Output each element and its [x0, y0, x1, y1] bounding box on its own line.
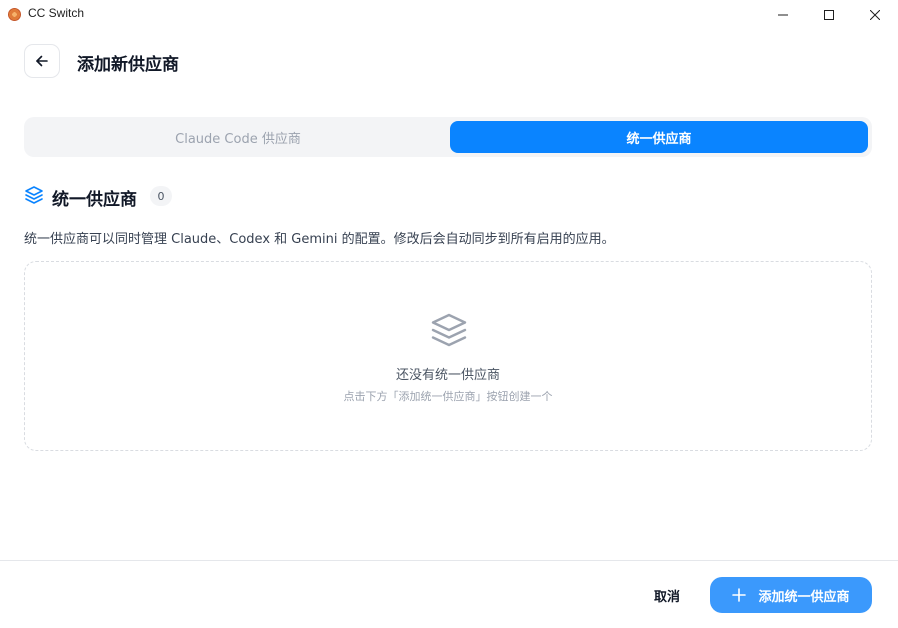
- back-button[interactable]: [24, 44, 60, 78]
- close-button[interactable]: [852, 0, 898, 29]
- add-button-label: 添加统一供应商: [758, 589, 850, 605]
- minimize-icon: [778, 14, 788, 15]
- layers-icon: [25, 186, 43, 204]
- minimize-button[interactable]: [760, 0, 806, 29]
- app-logo-icon: [8, 8, 21, 21]
- tab-unified-providers[interactable]: 统一供应商: [450, 121, 868, 153]
- app-window: CC Switch 添加新供应商 Claude Code 供应商 统一供应商 统…: [0, 0, 898, 628]
- title-bar: CC Switch: [0, 0, 898, 29]
- footer-divider: [0, 560, 898, 561]
- empty-state-hint: 点击下方「添加统一供应商」按钮创建一个: [343, 390, 553, 403]
- tab-claude-code-providers[interactable]: Claude Code 供应商: [28, 121, 448, 153]
- maximize-icon: [824, 9, 834, 20]
- cancel-button[interactable]: 取消: [638, 579, 696, 611]
- close-icon: [870, 9, 880, 20]
- empty-layers-icon: [431, 313, 467, 347]
- page-title: 添加新供应商: [77, 55, 179, 75]
- arrow-left-icon: [36, 55, 48, 67]
- section-title: 统一供应商: [52, 190, 137, 210]
- maximize-button[interactable]: [806, 0, 852, 29]
- empty-state-title: 还没有统一供应商: [395, 368, 500, 383]
- section-description: 统一供应商可以同时管理 Claude、Codex 和 Gemini 的配置。修改…: [24, 232, 615, 247]
- window-title: CC Switch: [28, 6, 85, 20]
- add-unified-provider-button[interactable]: 添加统一供应商: [710, 577, 872, 613]
- provider-count-badge: 0: [150, 186, 172, 206]
- provider-type-tabs: Claude Code 供应商 统一供应商: [24, 117, 872, 157]
- empty-state-panel: 还没有统一供应商 点击下方「添加统一供应商」按钮创建一个: [24, 261, 872, 451]
- plus-icon: [732, 588, 747, 602]
